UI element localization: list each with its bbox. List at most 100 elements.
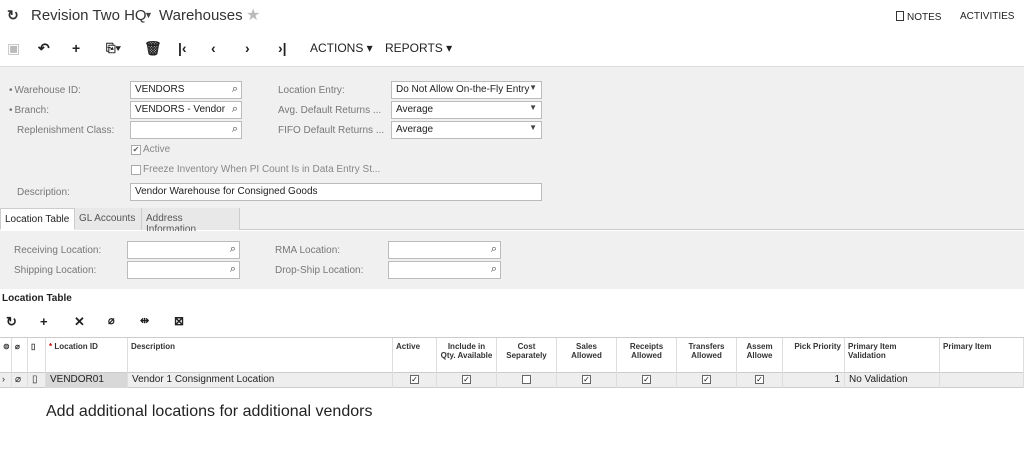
active-label: Active <box>143 144 171 155</box>
fit-columns-icon[interactable]: ⇹ <box>140 314 149 327</box>
cell-include-qty[interactable]: ✓ <box>437 373 497 388</box>
tab-address-information[interactable]: Address Information <box>142 208 240 235</box>
col-location-id[interactable]: * Location ID <box>46 338 128 374</box>
col-primary-item[interactable]: Primary Item <box>940 338 1024 374</box>
row-note-icon[interactable]: ▯ <box>28 373 46 388</box>
col-description[interactable]: Description <box>128 338 393 374</box>
rma-location-field[interactable]: ⌕ <box>388 241 501 259</box>
tab-gl-accounts[interactable]: GL Accounts <box>75 208 142 230</box>
add-row-icon[interactable]: + <box>40 314 48 329</box>
receipts-allowed-checkbox[interactable]: ✓ <box>642 374 651 384</box>
location-entry-select[interactable]: Do Not Allow On-the-Fly Entry ▼ <box>391 81 542 99</box>
search-icon[interactable]: ⌕ <box>232 123 238 136</box>
col-assembly-allowed[interactable]: Assem Allowe <box>737 338 783 374</box>
search-icon[interactable]: ⌕ <box>491 263 497 276</box>
tab-location-table[interactable]: Location Table <box>0 208 75 230</box>
search-icon[interactable]: ⌕ <box>491 243 497 256</box>
dropship-location-label: Drop-Ship Location: <box>275 265 364 276</box>
cell-pick-priority[interactable]: 1 <box>783 373 845 388</box>
cell-location-id[interactable]: VENDOR01 <box>46 373 128 388</box>
col-transfers-allowed[interactable]: Transfers Allowed <box>677 338 737 374</box>
search-icon[interactable]: ⌕ <box>230 243 236 256</box>
replenishment-class-field[interactable]: ⌕ <box>130 121 242 139</box>
search-icon[interactable]: ⌕ <box>232 103 238 116</box>
attachment-icon[interactable]: ⌀ <box>108 314 115 327</box>
search-icon[interactable]: ⌕ <box>230 263 236 276</box>
description-label: Description: <box>17 187 70 198</box>
chevron-down-icon: ▼ <box>529 123 537 132</box>
receiving-location-field[interactable]: ⌕ <box>127 241 240 259</box>
col-receipts-allowed[interactable]: Receipts Allowed <box>617 338 677 374</box>
freeze-inventory-checkbox[interactable] <box>131 165 141 175</box>
copy-paste-icon[interactable]: ⎘▾ <box>106 39 121 57</box>
title-bar: ↻ Revision Two HQ ▼ Warehouses ★ NOTES A… <box>0 0 1024 34</box>
row-selector-icon[interactable]: › <box>0 373 12 388</box>
transfers-allowed-checkbox[interactable]: ✓ <box>702 374 711 384</box>
dropship-location-field[interactable]: ⌕ <box>388 261 501 279</box>
sales-allowed-checkbox[interactable]: ✓ <box>582 374 591 384</box>
save-icon[interactable]: ▣ <box>7 39 20 57</box>
chevron-down-icon: ▼ <box>529 83 537 92</box>
favorite-star-icon[interactable]: ★ <box>246 5 260 25</box>
cell-transfers-allowed[interactable]: ✓ <box>677 373 737 388</box>
refresh-icon[interactable]: ↻ <box>6 314 17 330</box>
active-checkbox[interactable]: ✔ <box>131 145 141 155</box>
reports-menu[interactable]: REPORTS ▾ <box>385 41 452 55</box>
col-primary-item-validation[interactable]: Primary Item Validation <box>845 338 940 374</box>
table-row[interactable]: › ⌀ ▯ VENDOR01 Vendor 1 Consignment Loca… <box>0 373 1024 388</box>
delete-icon[interactable]: 🗑 <box>144 39 162 57</box>
location-table-title: Location Table <box>2 293 72 304</box>
tab-bar: Location Table GL Accounts Address Infor… <box>0 208 1024 235</box>
cell-primary-item[interactable] <box>940 373 1024 388</box>
previous-record-icon[interactable]: ‹ <box>211 39 216 57</box>
branch-label: • Branch: <box>9 105 49 116</box>
fifo-returns-value: Average <box>396 124 434 135</box>
description-value: Vendor Warehouse for Consigned Goods <box>135 186 318 197</box>
cell-receipts-allowed[interactable]: ✓ <box>617 373 677 388</box>
notes-button[interactable]: NOTES <box>896 11 941 23</box>
description-field[interactable]: Vendor Warehouse for Consigned Goods <box>130 183 542 201</box>
fifo-returns-select[interactable]: Average ▼ <box>391 121 542 139</box>
caption-text: Add additional locations for additional … <box>46 403 373 420</box>
col-active[interactable]: Active <box>393 338 437 374</box>
shipping-location-label: Shipping Location: <box>14 265 97 276</box>
cell-cost-separately[interactable] <box>497 373 557 388</box>
avg-returns-select[interactable]: Average ▼ <box>391 101 542 119</box>
chevron-down-icon[interactable]: ▼ <box>144 10 153 20</box>
cell-description[interactable]: Vendor 1 Consignment Location <box>128 373 393 388</box>
notes-column-icon: ▯ <box>28 338 46 374</box>
cell-active[interactable]: ✓ <box>393 373 437 388</box>
row-attachment-icon[interactable]: ⌀ <box>12 373 28 388</box>
company-title[interactable]: Revision Two HQ <box>31 7 147 24</box>
last-record-icon[interactable]: ›| <box>278 39 287 57</box>
row-settings-icon[interactable]: ⊜ <box>0 338 12 374</box>
first-record-icon[interactable]: |‹ <box>178 39 187 57</box>
delete-row-icon[interactable]: ✕ <box>74 314 85 330</box>
col-cost-separately[interactable]: Cost Separately <box>497 338 557 374</box>
col-pick-priority[interactable]: Pick Priority <box>783 338 845 374</box>
screen-title: Warehouses <box>159 7 243 24</box>
warehouse-id-value: VENDORS <box>135 84 185 95</box>
cell-sales-allowed[interactable]: ✓ <box>557 373 617 388</box>
activities-button[interactable]: ACTIVITIES <box>960 11 1014 22</box>
branch-label-text: Branch: <box>14 105 49 116</box>
include-qty-checkbox[interactable]: ✓ <box>462 374 471 384</box>
cell-primary-item-validation[interactable]: No Validation <box>845 373 940 388</box>
branch-field[interactable]: VENDORS - Vendor ⌕ <box>130 101 242 119</box>
warehouse-id-field[interactable]: VENDORS ⌕ <box>130 81 242 99</box>
actions-menu[interactable]: ACTIONS ▾ <box>310 41 373 55</box>
export-excel-icon[interactable]: ⊠ <box>174 314 184 328</box>
undo-icon[interactable]: ↶ <box>38 39 50 57</box>
next-record-icon[interactable]: › <box>245 39 250 57</box>
add-icon[interactable]: + <box>72 39 80 57</box>
col-include-qty[interactable]: Include in Qty. Available <box>437 338 497 374</box>
search-icon[interactable]: ⌕ <box>232 83 238 96</box>
warehouse-id-label-text: Warehouse ID: <box>14 85 81 96</box>
assembly-allowed-checkbox[interactable]: ✓ <box>755 374 764 384</box>
col-sales-allowed[interactable]: Sales Allowed <box>557 338 617 374</box>
cost-separately-checkbox[interactable] <box>522 374 531 384</box>
refresh-icon[interactable]: ↻ <box>7 7 19 24</box>
active-checkbox[interactable]: ✓ <box>410 374 419 384</box>
shipping-location-field[interactable]: ⌕ <box>127 261 240 279</box>
cell-assembly-allowed[interactable]: ✓ <box>737 373 783 388</box>
